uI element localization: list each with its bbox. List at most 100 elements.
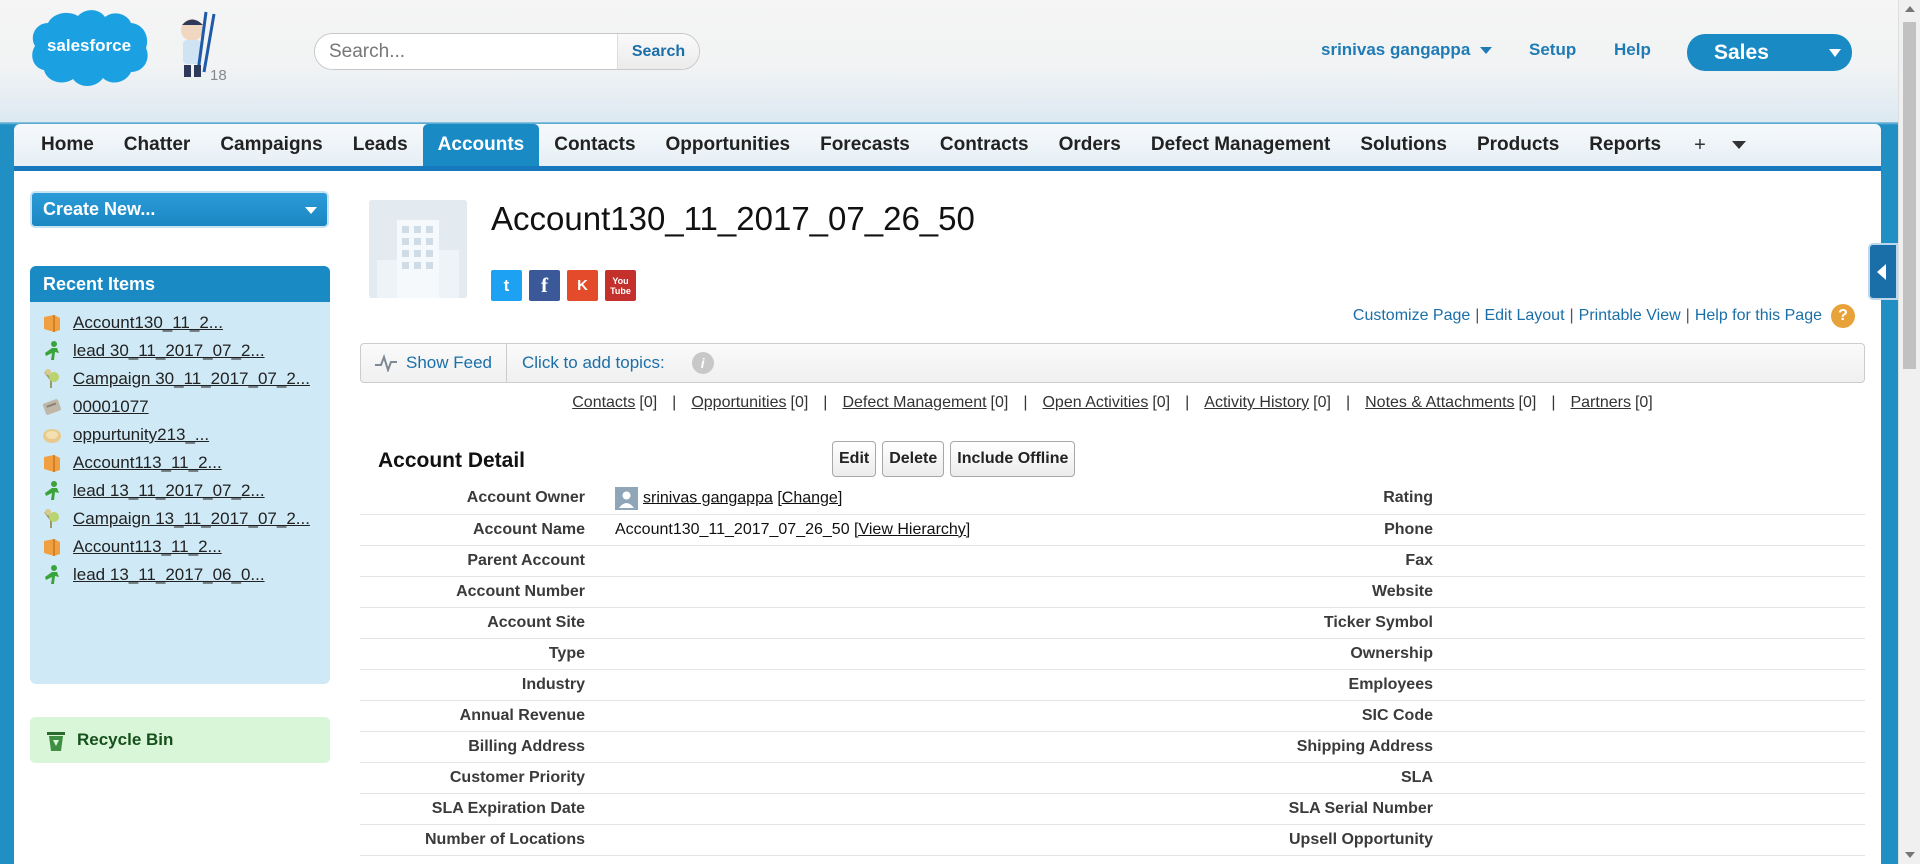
help-icon[interactable]: ? bbox=[1831, 304, 1855, 328]
field-label: Shipping Address bbox=[1296, 737, 1433, 755]
related-link[interactable]: Contacts bbox=[572, 394, 635, 412]
scroll-thumb[interactable] bbox=[1903, 22, 1916, 369]
related-count: [0] bbox=[790, 394, 809, 411]
tab-bar: Home Chatter Campaigns Leads Accounts Co… bbox=[14, 124, 1881, 171]
add-topics-link[interactable]: Click to add topics: bbox=[507, 353, 665, 373]
recent-item-label[interactable]: Campaign 30_11_2017_07_2... bbox=[73, 368, 310, 389]
recent-item-label[interactable]: Account130_11_2... bbox=[73, 312, 223, 333]
campaign-icon bbox=[41, 508, 63, 530]
tab-reports[interactable]: Reports bbox=[1574, 124, 1676, 166]
recent-item-label[interactable]: lead 30_11_2017_07_2... bbox=[73, 340, 265, 361]
opportunity-icon bbox=[41, 424, 63, 446]
help-page-link[interactable]: Help for this Page bbox=[1695, 307, 1822, 325]
tab-home[interactable]: Home bbox=[26, 124, 109, 166]
tab-campaigns[interactable]: Campaigns bbox=[205, 124, 337, 166]
change-owner-link[interactable]: [Change] bbox=[777, 489, 842, 506]
recent-item-label[interactable]: Account113_11_2... bbox=[73, 536, 222, 557]
recent-item[interactable]: Account113_11_2... bbox=[30, 452, 330, 474]
search-button[interactable]: Search bbox=[617, 34, 699, 69]
recent-item-label[interactable]: Campaign 13_11_2017_07_2... bbox=[73, 508, 310, 529]
tab-contracts[interactable]: Contracts bbox=[925, 124, 1044, 166]
create-new-dropdown[interactable]: Create New... bbox=[30, 191, 329, 228]
salesforce-logo[interactable]: salesforce bbox=[27, 6, 151, 92]
setup-link[interactable]: Setup bbox=[1529, 40, 1576, 60]
field-label: Account Name bbox=[472, 520, 585, 538]
recent-item[interactable]: Account130_11_2... bbox=[30, 312, 330, 334]
related-link[interactable]: Opportunities bbox=[691, 394, 786, 412]
tab-contacts[interactable]: Contacts bbox=[539, 124, 650, 166]
tab-products[interactable]: Products bbox=[1462, 124, 1574, 166]
related-count: [0] bbox=[1313, 394, 1331, 411]
related-count: [0] bbox=[1518, 394, 1537, 411]
separator: | bbox=[1345, 394, 1351, 411]
field-value bbox=[615, 731, 1155, 762]
show-feed-button[interactable]: Show Feed bbox=[361, 344, 507, 382]
tab-accounts[interactable]: Accounts bbox=[422, 124, 540, 166]
recent-item-label[interactable]: lead 13_11_2017_06_0... bbox=[73, 564, 265, 585]
recent-item[interactable]: Campaign 30_11_2017_07_2... bbox=[30, 368, 330, 390]
field-value bbox=[1463, 669, 1865, 700]
facebook-icon[interactable]: f bbox=[529, 270, 560, 301]
field-value bbox=[615, 669, 1155, 700]
tab-defect-management[interactable]: Defect Management bbox=[1136, 124, 1346, 166]
tab-orders[interactable]: Orders bbox=[1044, 124, 1136, 166]
recent-item[interactable]: oppurtunity213_... bbox=[30, 424, 330, 446]
include-offline-button[interactable]: Include Offline bbox=[950, 441, 1076, 477]
feed-pulse-icon bbox=[375, 354, 397, 372]
related-link[interactable]: Activity History bbox=[1204, 394, 1309, 412]
field-value bbox=[615, 700, 1155, 731]
tab-chatter[interactable]: Chatter bbox=[109, 124, 206, 166]
tab-leads[interactable]: Leads bbox=[338, 124, 423, 166]
social-links: t f K You Tube bbox=[491, 270, 636, 301]
edit-button[interactable]: Edit bbox=[832, 441, 877, 477]
recent-item[interactable]: Account113_11_2... bbox=[30, 536, 330, 558]
app-switcher[interactable]: Sales bbox=[1687, 34, 1852, 71]
related-link[interactable]: Notes & Attachments bbox=[1365, 394, 1514, 412]
recent-item-label[interactable]: oppurtunity213_... bbox=[73, 424, 209, 445]
scroll-down-icon[interactable] bbox=[1905, 852, 1915, 858]
chevron-down-icon[interactable] bbox=[1731, 141, 1746, 149]
field-value bbox=[1463, 638, 1865, 669]
recent-item-label[interactable]: Account113_11_2... bbox=[73, 452, 222, 473]
recent-item[interactable]: 00001077 bbox=[30, 396, 330, 418]
help-link[interactable]: Help bbox=[1614, 40, 1651, 60]
tab-solutions[interactable]: Solutions bbox=[1345, 124, 1462, 166]
twitter-icon[interactable]: t bbox=[491, 270, 522, 301]
delete-button[interactable]: Delete bbox=[882, 441, 945, 477]
view-hierarchy-link[interactable]: [View Hierarchy] bbox=[854, 521, 970, 538]
recent-item-label[interactable]: 00001077 bbox=[73, 396, 149, 417]
field-label: Type bbox=[548, 644, 585, 662]
user-menu[interactable]: srinivas gangappa bbox=[1321, 40, 1493, 60]
related-count: [0] bbox=[639, 394, 658, 411]
search-input[interactable] bbox=[315, 34, 617, 69]
related-link[interactable]: Partners bbox=[1570, 394, 1630, 412]
recent-item-label[interactable]: lead 13_11_2017_07_2... bbox=[73, 480, 265, 501]
scroll-up-icon[interactable] bbox=[1905, 6, 1915, 12]
customize-page-link[interactable]: Customize Page bbox=[1353, 307, 1470, 325]
field-value bbox=[1463, 731, 1865, 762]
order-icon bbox=[41, 396, 63, 418]
recent-item[interactable]: lead 13_11_2017_06_0... bbox=[30, 564, 330, 586]
related-link[interactable]: Defect Management bbox=[842, 394, 986, 412]
recent-item[interactable]: Campaign 13_11_2017_07_2... bbox=[30, 508, 330, 530]
field-label: Industry bbox=[521, 675, 585, 693]
feed-bar: Show Feed Click to add topics: i bbox=[360, 343, 1865, 383]
edit-layout-link[interactable]: Edit Layout bbox=[1484, 307, 1564, 325]
printable-view-link[interactable]: Printable View bbox=[1579, 307, 1681, 325]
field-value: srinivas gangappa [Change] bbox=[615, 483, 1155, 514]
tab-forecasts[interactable]: Forecasts bbox=[805, 124, 925, 166]
page-scrollbar[interactable] bbox=[1898, 0, 1920, 864]
field-label: Fax bbox=[1405, 551, 1433, 569]
recent-item[interactable]: lead 30_11_2017_07_2... bbox=[30, 340, 330, 362]
logo-text: salesforce bbox=[47, 36, 131, 55]
all-tabs-plus-icon[interactable]: + bbox=[1676, 134, 1724, 157]
youtube-icon[interactable]: You Tube bbox=[605, 270, 636, 301]
collapse-sidebar-tab[interactable] bbox=[1868, 243, 1898, 300]
owner-link[interactable]: srinivas gangappa bbox=[643, 489, 773, 506]
recent-item[interactable]: lead 13_11_2017_07_2... bbox=[30, 480, 330, 502]
related-link[interactable]: Open Activities bbox=[1042, 394, 1148, 412]
recycle-bin-link[interactable]: Recycle Bin bbox=[30, 717, 330, 763]
tab-opportunities[interactable]: Opportunities bbox=[651, 124, 806, 166]
klout-icon[interactable]: K bbox=[567, 270, 598, 301]
info-icon[interactable]: i bbox=[691, 352, 714, 374]
